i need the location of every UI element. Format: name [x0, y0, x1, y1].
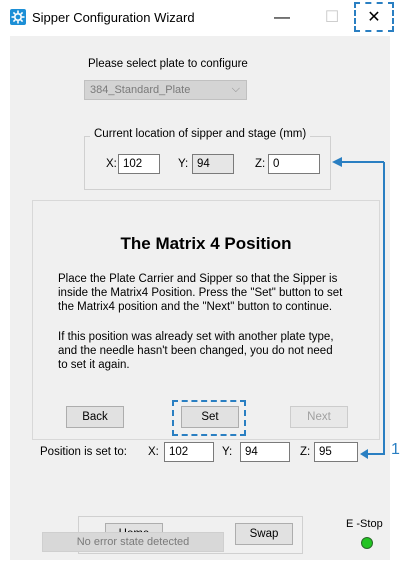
minimize-button[interactable]: — [262, 4, 302, 32]
current-x-field[interactable]: 102 [118, 154, 160, 174]
instruction-line: the Matrix4 position and the "Next" butt… [58, 301, 333, 313]
instruction-line: to set it again. [58, 359, 130, 371]
step-heading: The Matrix 4 Position [120, 234, 292, 253]
next-button[interactable]: Next [290, 406, 348, 428]
instruction-line: If this position was already set with an… [58, 331, 334, 343]
set-y-label: Y: [222, 446, 233, 458]
set-x-label: X: [148, 446, 159, 458]
estop-label: E -Stop [346, 518, 383, 530]
plate-select-prompt: Please select plate to configure [88, 58, 248, 70]
set-z-field[interactable]: 95 [314, 442, 358, 462]
estop-status-led [361, 537, 373, 549]
set-z-label: Z: [300, 446, 311, 458]
instruction-line: inside the Matrix4 Position. Press the "… [58, 287, 343, 299]
close-button-highlight [354, 2, 394, 32]
plate-select-value: 384_Standard_Plate [90, 84, 191, 96]
instruction-paragraph-1: Place the Plate Carrier and Sipper so th… [58, 272, 378, 314]
app-gear-icon [10, 9, 26, 25]
back-button[interactable]: Back [66, 406, 124, 428]
window-title: Sipper Configuration Wizard [32, 10, 195, 25]
current-z-label: Z: [255, 158, 266, 170]
callout-number: 1 [391, 441, 400, 458]
maximize-button[interactable]: ☐ [312, 4, 352, 32]
chevron-down-icon: ⌵ [231, 83, 240, 95]
instruction-line: and the needle hasn't been changed, you … [58, 345, 333, 357]
set-y-field[interactable]: 94 [240, 442, 290, 462]
current-y-label: Y: [178, 158, 189, 170]
current-z-field[interactable]: 0 [268, 154, 320, 174]
set-x-field[interactable]: 102 [164, 442, 214, 462]
plate-select-dropdown[interactable]: 384_Standard_Plate ⌵ [84, 80, 247, 100]
error-status-bar: No error state detected [42, 532, 224, 552]
swap-button[interactable]: Swap [235, 523, 293, 545]
current-y-field[interactable]: 94 [192, 154, 234, 174]
instruction-line: Place the Plate Carrier and Sipper so th… [58, 273, 338, 285]
set-button-highlight [172, 400, 246, 436]
current-location-group-title: Current location of sipper and stage (mm… [90, 128, 311, 140]
instruction-paragraph-2: If this position was already set with an… [58, 330, 378, 372]
current-x-label: X: [106, 158, 117, 170]
position-set-label: Position is set to: [40, 446, 127, 458]
